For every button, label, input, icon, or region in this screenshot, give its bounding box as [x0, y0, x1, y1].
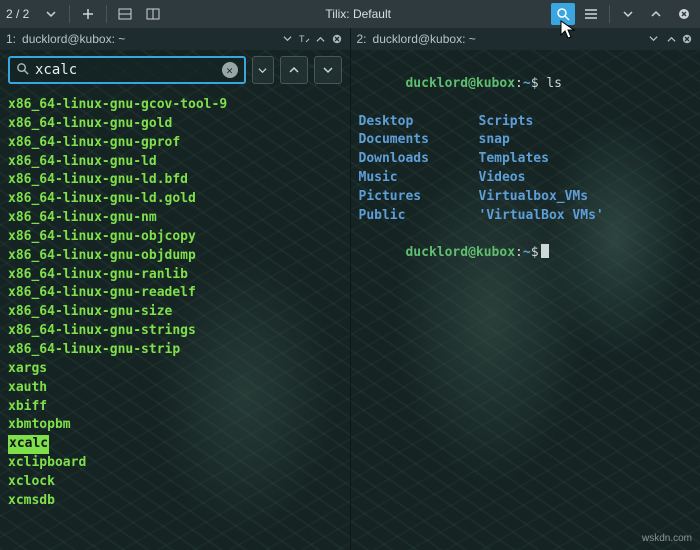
close-pane-icon[interactable] — [680, 32, 694, 46]
ls-entry: Videos — [479, 169, 604, 188]
list-item: x86_64-linux-gnu-nm — [8, 209, 342, 228]
pane-index: 2: — [357, 32, 367, 46]
session-indicator[interactable]: 2 / 2 — [4, 7, 35, 21]
list-item: x86_64-linux-gnu-strip — [8, 341, 342, 360]
list-item: x86_64-linux-gnu-ld — [8, 153, 342, 172]
pane-tab-1[interactable]: 1: ducklord@kubox: ~ T — [0, 28, 351, 50]
split-right-icon[interactable] — [141, 3, 165, 25]
search-options-dropdown[interactable] — [252, 56, 274, 84]
list-item: x86_64-linux-gnu-readelf — [8, 284, 342, 303]
list-item: xbiff — [8, 398, 342, 417]
clear-search-icon[interactable]: ✕ — [222, 62, 238, 78]
search-results-list: x86_64-linux-gnu-gcov-tool-9x86_64-linux… — [8, 96, 342, 511]
search-icon — [16, 62, 29, 79]
list-item: xargs — [8, 360, 342, 379]
list-item: x86_64-linux-gnu-objdump — [8, 247, 342, 266]
pane-tab-2[interactable]: 2: ducklord@kubox: ~ — [351, 28, 700, 50]
svg-text:T: T — [299, 34, 305, 44]
session-dropdown-icon[interactable] — [39, 3, 63, 25]
ls-entry: Music — [359, 169, 479, 188]
ls-entry: Documents — [359, 131, 479, 150]
ls-entry: snap — [479, 131, 604, 150]
command-text: ls — [546, 76, 562, 91]
pane-tabstrip: 1: ducklord@kubox: ~ T 2: ducklord@kubox… — [0, 28, 700, 50]
ls-output: DesktopDocumentsDownloadsMusicPicturesPu… — [359, 113, 693, 226]
list-item: x86_64-linux-gnu-gold — [8, 115, 342, 134]
pane-index: 1: — [6, 32, 16, 46]
list-item: xclipboard — [8, 454, 342, 473]
maximize-pane-icon[interactable] — [314, 32, 328, 46]
maximize-icon[interactable] — [644, 3, 668, 25]
hamburger-menu-icon[interactable] — [579, 3, 603, 25]
pane-title: ducklord@kubox: ~ — [22, 32, 276, 46]
list-item: x86_64-linux-gnu-gprof — [8, 134, 342, 153]
search-next-button[interactable] — [314, 56, 342, 84]
list-item: xclock — [8, 473, 342, 492]
search-prev-button[interactable] — [280, 56, 308, 84]
terminal-pane-2[interactable]: ducklord@kubox:~$ ls DesktopDocumentsDow… — [350, 50, 700, 550]
readonly-icon[interactable]: T — [298, 32, 312, 46]
ls-entry: Desktop — [359, 113, 479, 132]
pane-title: ducklord@kubox: ~ — [373, 32, 643, 46]
list-item: x86_64-linux-gnu-ld.gold — [8, 190, 342, 209]
watermark: wskdn.com — [642, 533, 692, 544]
list-item: xauth — [8, 379, 342, 398]
window-title: Tilix: Default — [165, 7, 551, 21]
prompt-line: ducklord@kubox:~$ ls — [359, 56, 693, 113]
ls-entry: 'VirtualBox VMs' — [479, 207, 604, 226]
titlebar: 2 / 2 Tilix: Default — [0, 0, 700, 28]
maximize-pane-icon[interactable] — [664, 32, 678, 46]
close-window-icon[interactable] — [672, 3, 696, 25]
list-item: x86_64-linux-gnu-objcopy — [8, 228, 342, 247]
chevron-down-icon[interactable] — [283, 32, 292, 46]
terminal-pane-1[interactable]: ✕ x86_64-linux-gnu-gcov-tool-9x86_64-lin… — [0, 50, 350, 550]
close-pane-icon[interactable] — [330, 32, 344, 46]
search-box: ✕ — [8, 56, 246, 84]
list-item: x86_64-linux-gnu-gcov-tool-9 — [8, 96, 342, 115]
list-item: xcalc — [8, 435, 49, 454]
split-down-icon[interactable] — [113, 3, 137, 25]
ls-entry: Downloads — [359, 150, 479, 169]
search-input[interactable] — [35, 62, 216, 78]
search-toggle-button[interactable] — [551, 3, 575, 25]
ls-entry: Virtualbox_VMs — [479, 188, 604, 207]
list-item: x86_64-linux-gnu-ranlib — [8, 266, 342, 285]
add-terminal-icon[interactable] — [76, 3, 100, 25]
search-bar: ✕ — [8, 56, 342, 84]
prompt-line: ducklord@kubox:~$ — [359, 226, 693, 283]
ls-entry: Public — [359, 207, 479, 226]
list-item: xbmtopbm — [8, 416, 342, 435]
list-item: x86_64-linux-gnu-ld.bfd — [8, 171, 342, 190]
ls-entry: Templates — [479, 150, 604, 169]
ls-entry: Pictures — [359, 188, 479, 207]
list-item: xcmsdb — [8, 492, 342, 511]
ls-entry: Scripts — [479, 113, 604, 132]
cursor-block — [541, 244, 549, 258]
list-item: x86_64-linux-gnu-strings — [8, 322, 342, 341]
list-item: x86_64-linux-gnu-size — [8, 303, 342, 322]
chevron-down-icon[interactable] — [649, 32, 658, 46]
minimize-icon[interactable] — [616, 3, 640, 25]
